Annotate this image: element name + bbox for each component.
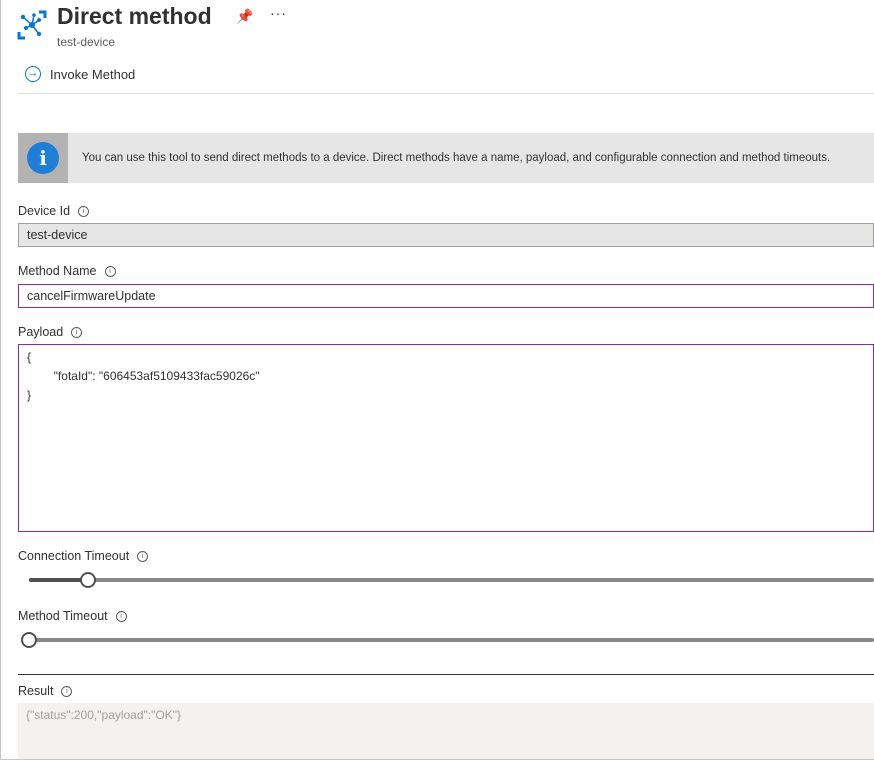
info-icon[interactable]: i <box>61 685 73 697</box>
info-icon[interactable]: i <box>71 326 83 338</box>
payload-textarea[interactable]: { "fotaId": "606453af5109433fac59026c" } <box>18 344 874 532</box>
device-id-label: Device Id i <box>18 204 90 218</box>
page-subtitle: test-device <box>57 35 116 49</box>
connection-timeout-label-text: Connection Timeout <box>18 549 130 563</box>
payload-label-text: Payload <box>18 325 64 339</box>
result-label: Result i <box>18 684 73 698</box>
payload-label: Payload i <box>18 325 83 339</box>
info-icon[interactable]: i <box>115 610 127 622</box>
info-text: You can use this tool to send direct met… <box>82 152 831 164</box>
iot-hub-logo-icon <box>17 10 47 40</box>
info-icon[interactable]: i <box>137 550 149 562</box>
result-output: {"status":200,"payload":"OK"} <box>18 703 874 759</box>
arrow-right-circle-icon: → <box>25 66 41 82</box>
toolbar-divider <box>18 93 874 94</box>
info-icon: i <box>18 133 68 183</box>
pin-icon[interactable]: 📌 <box>236 8 253 25</box>
result-divider <box>18 674 874 675</box>
info-icon[interactable]: i <box>78 205 90 217</box>
slider-thumb[interactable] <box>21 632 37 648</box>
connection-timeout-slider[interactable] <box>29 572 874 588</box>
device-id-field[interactable]: test-device <box>18 223 874 247</box>
info-banner: i You can use this tool to send direct m… <box>18 133 874 183</box>
invoke-method-button[interactable]: → Invoke Method <box>25 66 135 82</box>
device-id-label-text: Device Id <box>18 204 71 218</box>
invoke-method-label: Invoke Method <box>50 66 136 82</box>
method-timeout-label-text: Method Timeout <box>18 609 108 623</box>
result-label-text: Result <box>18 684 54 698</box>
page-title: Direct method <box>57 3 212 29</box>
connection-timeout-label: Connection Timeout i <box>18 549 149 563</box>
slider-thumb[interactable] <box>80 572 97 588</box>
method-timeout-label: Method Timeout i <box>18 609 127 623</box>
method-name-label: Method Name i <box>18 264 116 278</box>
method-name-label-text: Method Name <box>18 264 97 278</box>
method-timeout-slider[interactable] <box>21 632 874 648</box>
more-options-button[interactable]: ··· <box>270 5 287 21</box>
method-name-input[interactable]: cancelFirmwareUpdate <box>18 284 874 308</box>
info-icon[interactable]: i <box>104 265 116 277</box>
